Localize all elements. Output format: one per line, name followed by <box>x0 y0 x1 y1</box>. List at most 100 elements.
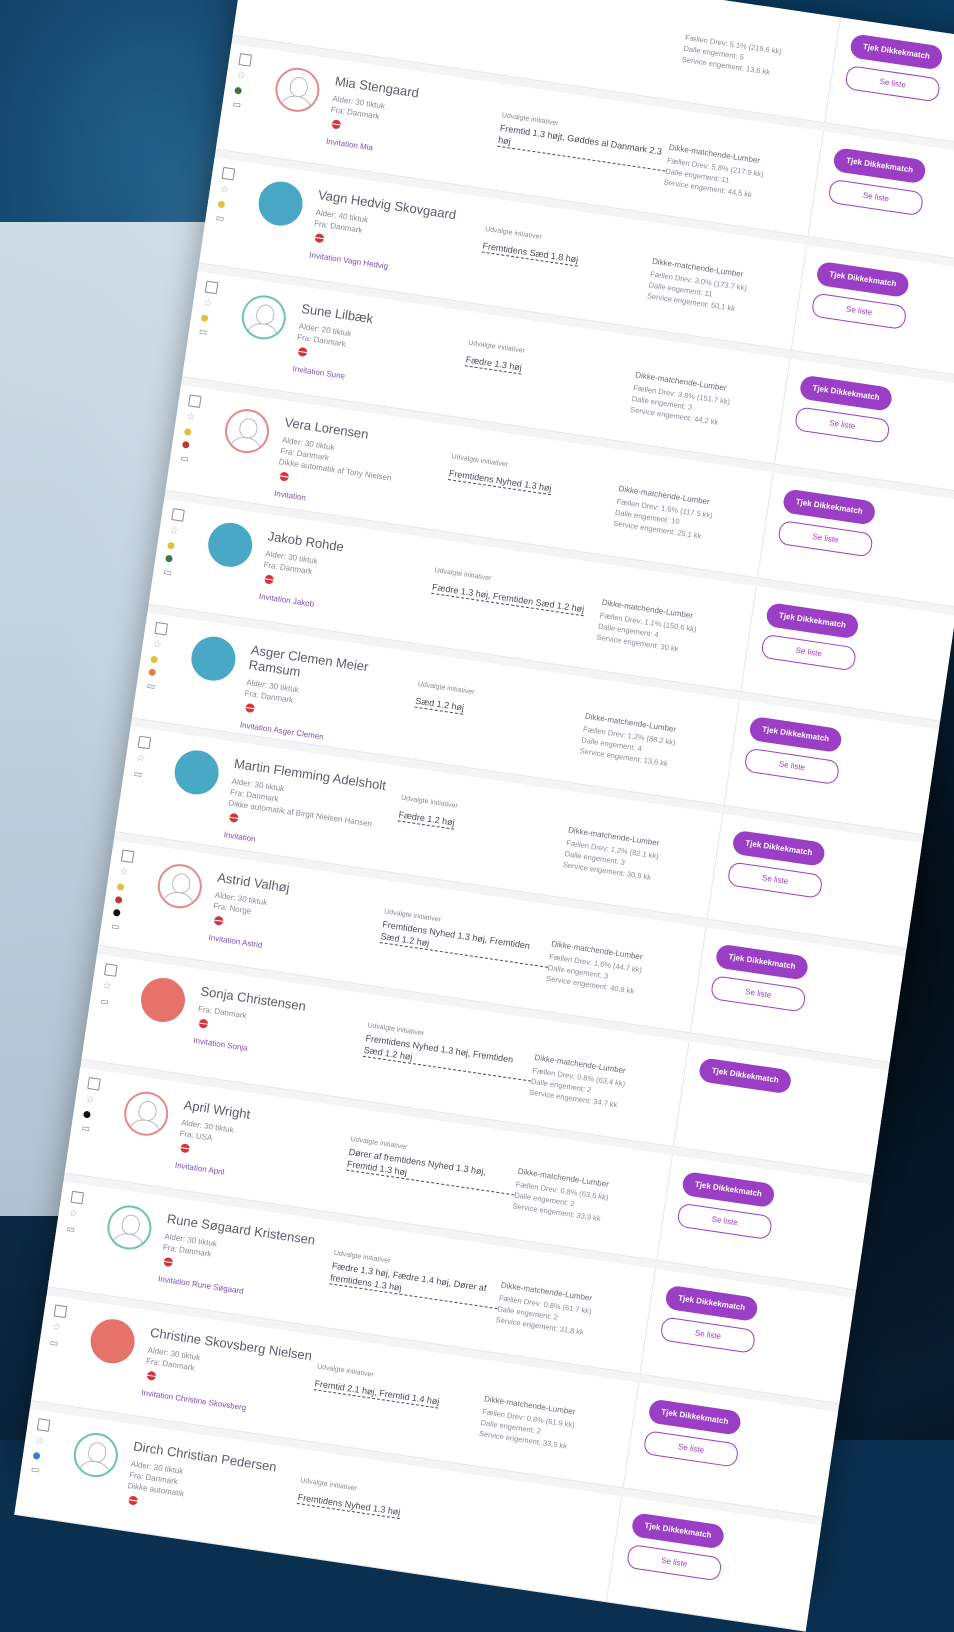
avatar <box>155 861 205 911</box>
row-side-controls: ☆▭ <box>222 44 275 114</box>
check-match-button[interactable]: Tjek Dikkekmatch <box>732 830 827 867</box>
invite-link[interactable]: Invitation Sonja <box>193 1036 362 1070</box>
invite-link[interactable] <box>124 1513 292 1538</box>
initiatives-value[interactable]: Sæd 1.2 høj <box>414 695 464 715</box>
see-list-button[interactable]: Se liste <box>727 861 823 898</box>
check-match-button[interactable]: Tjek Dikkekmatch <box>648 1399 743 1436</box>
row-checkbox[interactable] <box>154 622 168 636</box>
match-stats: Dikke-matchende-LumberFællen Drev: 1.2% … <box>579 678 739 778</box>
row-checkbox[interactable] <box>54 1305 68 1319</box>
row-checkbox[interactable] <box>87 1077 101 1091</box>
comment-icon[interactable]: ▭ <box>99 997 134 1011</box>
comment-icon[interactable]: ▭ <box>66 1224 101 1238</box>
see-list-button[interactable]: Se liste <box>828 179 924 216</box>
favorite-star-icon[interactable]: ☆ <box>219 185 254 200</box>
row-actions: Tjek Dikkekmatch <box>673 1041 820 1165</box>
see-list-button[interactable]: Se liste <box>844 65 940 102</box>
invite-link[interactable]: Invitation Jakob <box>258 592 427 626</box>
check-match-button[interactable]: Tjek Dikkekmatch <box>748 716 843 753</box>
favorite-star-icon[interactable]: ☆ <box>202 298 237 313</box>
row-checkbox[interactable] <box>222 167 236 181</box>
favorite-star-icon[interactable]: ☆ <box>135 753 170 768</box>
favorite-star-icon[interactable]: ☆ <box>85 1095 120 1110</box>
country-flag-icon <box>198 1019 208 1029</box>
candidate-info: Asger Clemen Meier RamsumAlder: 30 tiktu… <box>239 628 422 754</box>
comment-icon[interactable]: ▭ <box>163 567 198 581</box>
see-list-button[interactable]: Se liste <box>760 634 856 671</box>
row-checkbox[interactable] <box>205 281 219 295</box>
see-list-button[interactable]: Se liste <box>794 406 890 443</box>
check-match-button[interactable]: Tjek Dikkekmatch <box>799 375 894 412</box>
row-actions: Tjek DikkekmatchSe liste <box>707 814 854 938</box>
favorite-star-icon[interactable]: ☆ <box>186 412 221 427</box>
favorite-star-icon[interactable]: ☆ <box>169 526 204 541</box>
favorite-star-icon[interactable]: ☆ <box>152 640 187 655</box>
invite-link[interactable]: Invitation Astrid <box>208 933 377 967</box>
initiatives-value[interactable]: Fædre 1.2 høj <box>398 808 456 829</box>
favorite-star-icon[interactable]: ☆ <box>51 1322 86 1337</box>
avatar <box>121 1089 171 1139</box>
comment-icon[interactable]: ▭ <box>198 327 233 341</box>
row-checkbox[interactable] <box>70 1191 84 1205</box>
invite-link[interactable]: Invitation Rune Søgaard <box>158 1274 327 1308</box>
row-checkbox[interactable] <box>104 963 118 977</box>
check-match-button[interactable]: Tjek Dikkekmatch <box>849 33 944 70</box>
match-stats: Fællen Drev: 5.1% (219.6 kk)Dalle engeme… <box>681 0 840 87</box>
row-checkbox[interactable] <box>121 849 135 863</box>
status-dot <box>33 1452 41 1460</box>
comment-icon[interactable]: ▭ <box>49 1338 84 1352</box>
see-list-button[interactable]: Se liste <box>676 1203 772 1240</box>
row-checkbox[interactable] <box>238 53 252 67</box>
comment-icon[interactable]: ▭ <box>111 922 146 936</box>
see-list-button[interactable]: Se liste <box>777 520 873 557</box>
row-actions: Tjek DikkekmatchSe liste <box>606 1496 753 1620</box>
see-list-button[interactable]: Se liste <box>710 975 806 1012</box>
favorite-star-icon[interactable]: ☆ <box>236 71 271 86</box>
see-list-button[interactable]: Se liste <box>744 748 840 785</box>
check-match-button[interactable]: Tjek Dikkekmatch <box>816 261 911 298</box>
invite-link[interactable]: Invitation April <box>174 1161 343 1195</box>
candidate-info: Vera LorensenAlder: 30 tiktuk Fra: Danma… <box>274 401 456 523</box>
row-checkbox[interactable] <box>171 508 185 522</box>
favorite-star-icon[interactable]: ☆ <box>34 1436 69 1451</box>
invite-link[interactable]: Invitation Christine Skovsberg <box>141 1388 310 1422</box>
country-flag-icon <box>314 233 324 243</box>
check-match-button[interactable]: Tjek Dikkekmatch <box>765 602 860 639</box>
row-checkbox[interactable] <box>37 1418 51 1432</box>
comment-icon[interactable]: ▭ <box>146 681 181 695</box>
check-match-button[interactable]: Tjek Dikkekmatch <box>698 1057 793 1094</box>
comment-icon[interactable]: ▭ <box>133 769 168 783</box>
row-side-controls: ☆▭ <box>188 271 241 341</box>
row-checkbox[interactable] <box>138 736 152 750</box>
check-match-button[interactable]: Tjek Dikkekmatch <box>631 1512 726 1549</box>
comment-icon[interactable]: ▭ <box>30 1465 65 1479</box>
favorite-star-icon[interactable]: ☆ <box>102 981 137 996</box>
check-match-button[interactable]: Tjek Dikkekmatch <box>664 1285 759 1322</box>
row-side-controls: ☆▭ <box>123 726 174 783</box>
comment-icon[interactable]: ▭ <box>215 213 250 227</box>
status-dot <box>148 668 156 676</box>
match-stats: Dikke-matchende-LumberFællen Drev: 0.8% … <box>495 1247 655 1347</box>
invite-link[interactable]: Invitation Sune <box>292 364 461 398</box>
see-list-button[interactable]: Se liste <box>660 1316 756 1353</box>
initiatives-label <box>519 0 687 23</box>
comment-icon[interactable]: ▭ <box>180 454 215 468</box>
check-match-button[interactable]: Tjek Dikkekmatch <box>715 943 810 980</box>
initiatives-value[interactable]: Fædre 1.3 høj <box>465 353 523 374</box>
invite-link[interactable]: Invitation <box>223 830 392 864</box>
see-list-button[interactable]: Se liste <box>811 293 907 330</box>
see-list-button[interactable]: Se liste <box>643 1430 739 1467</box>
check-match-button[interactable]: Tjek Dikkekmatch <box>832 147 927 184</box>
comment-icon[interactable]: ▭ <box>232 100 267 114</box>
comment-icon[interactable]: ▭ <box>81 1123 116 1137</box>
avatar <box>104 1203 154 1253</box>
row-checkbox[interactable] <box>188 394 202 408</box>
invite-link[interactable]: Invitation <box>274 489 443 523</box>
check-match-button[interactable]: Tjek Dikkekmatch <box>782 488 877 525</box>
invite-link[interactable]: Invitation Mia <box>326 137 495 171</box>
invite-link[interactable]: Invitation Vagn Hedvig <box>309 250 478 284</box>
favorite-star-icon[interactable]: ☆ <box>118 867 153 882</box>
favorite-star-icon[interactable]: ☆ <box>68 1209 103 1224</box>
check-match-button[interactable]: Tjek Dikkekmatch <box>681 1171 776 1208</box>
see-list-button[interactable]: Se liste <box>626 1544 722 1581</box>
